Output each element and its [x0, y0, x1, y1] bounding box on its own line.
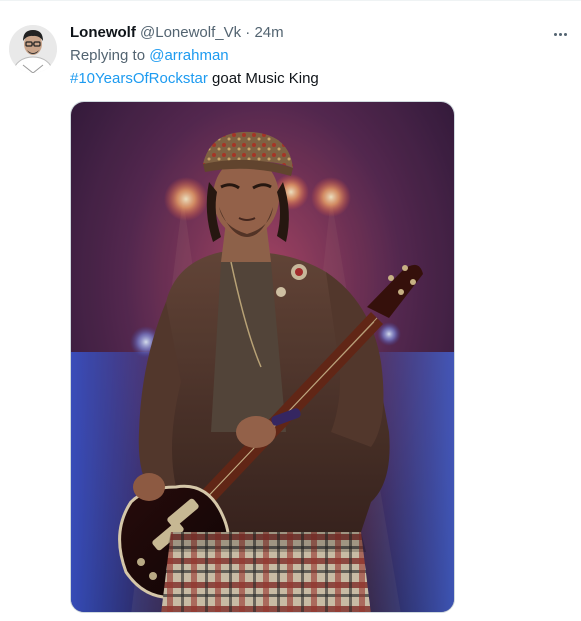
separator: · [245, 24, 251, 41]
hashtag-link[interactable]: #10YearsOfRockstar [70, 70, 208, 87]
avatar[interactable] [9, 25, 57, 73]
more-dot [558, 32, 562, 36]
replying-to-label: Replying to [70, 47, 146, 64]
tweet-card[interactable]: Lonewolf @Lonewolf_Vk · 24m Replying to … [0, 0, 581, 621]
tweet-header: Lonewolf @Lonewolf_Vk · 24m [70, 23, 561, 43]
more-options-button[interactable] [549, 23, 571, 45]
tweet-text: #10YearsOfRockstar goat Music King [70, 68, 561, 89]
reply-mention-link[interactable]: @arrahman [149, 47, 228, 64]
more-dot [563, 32, 567, 36]
tweet-content: Lonewolf @Lonewolf_Vk · 24m Replying to … [70, 23, 561, 89]
display-name[interactable]: Lonewolf [70, 24, 136, 41]
tweet-media-photo[interactable] [70, 101, 455, 613]
user-handle[interactable]: @Lonewolf_Vk [140, 24, 241, 41]
more-horizontal-icon [553, 32, 557, 36]
timestamp[interactable]: 24m [254, 24, 283, 41]
replying-to-line: Replying to @arrahman [70, 45, 561, 66]
avatar-photo [9, 25, 57, 73]
concert-guitarist-photo [71, 102, 454, 612]
tweet-body-text: goat Music King [212, 70, 319, 87]
